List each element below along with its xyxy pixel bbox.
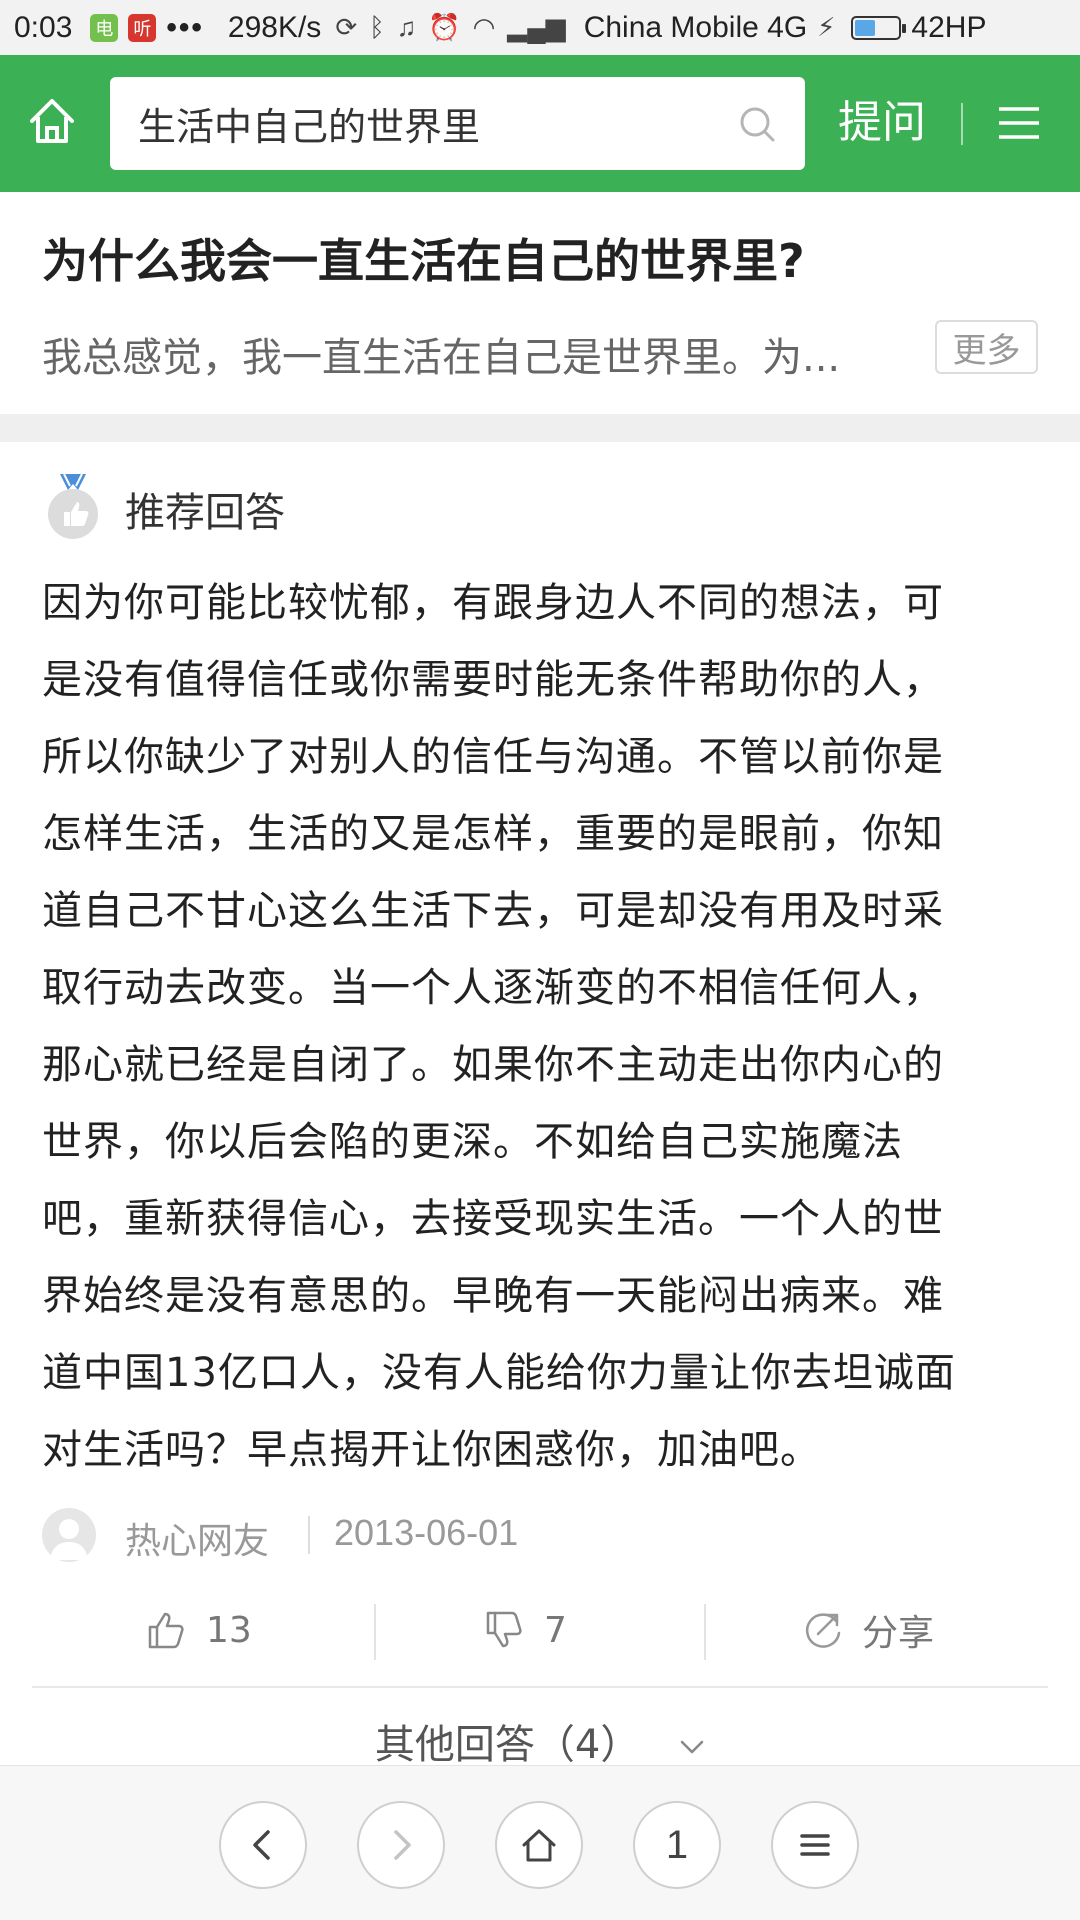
top-header: 生活中自己的世界里 提问 <box>0 55 1080 192</box>
answer-date: 2013-06-01 <box>334 1512 519 1553</box>
action-divider <box>374 1604 376 1660</box>
answer-line: 是没有值得信任或你需要时能无条件帮助你的人， <box>42 657 944 703</box>
answer-line: 界始终是没有意思的。早晚有一天能闷出病来。难 <box>42 1273 944 1319</box>
hamburger-menu-icon <box>800 1834 830 1856</box>
menu-button[interactable] <box>995 99 1043 147</box>
answer-line: 道中国13亿口人，没有人能给你力量让你去坦诚面 <box>42 1350 956 1396</box>
like-count: 13 <box>206 1609 252 1651</box>
search-input[interactable]: 生活中自己的世界里 <box>110 77 805 170</box>
share-icon <box>805 1613 841 1648</box>
header-divider <box>961 103 963 145</box>
author-name: 热心网友 <box>125 1521 270 1562</box>
ask-question-button[interactable]: 提问 <box>838 95 926 151</box>
battery-text: 42HP <box>911 10 987 44</box>
tabs-button[interactable]: 1 <box>633 1801 721 1889</box>
carrier-name: China Mobile 4G <box>583 10 808 44</box>
browser-bottom-nav: 1 <box>0 1765 1080 1920</box>
home-icon <box>522 1829 556 1862</box>
chevron-left-icon <box>253 1830 270 1860</box>
action-divider <box>704 1604 706 1660</box>
status-bar: 0:03 电 听 ••• 298K/s ⟳ ᛒ ♫ ⏰ ◠ ▂▄▆ China … <box>0 0 1080 55</box>
meta-divider <box>308 1516 310 1554</box>
app-notification-icon: 电 <box>90 13 119 42</box>
answer-line: 世界，你以后会陷的更深。不如给自己实施魔法 <box>42 1119 903 1165</box>
listen-app-icon: 听 <box>128 13 157 42</box>
wifi-icon: ◠ <box>472 12 496 42</box>
dislike-count: 7 <box>544 1609 567 1651</box>
avatar <box>42 1508 96 1562</box>
back-button[interactable] <box>219 1801 307 1889</box>
share-button[interactable]: 分享 <box>802 1600 934 1660</box>
more-button[interactable]: 更多 <box>935 320 1038 374</box>
bluetooth-icon: ᛒ <box>369 12 385 42</box>
answer-line: 取行动去改变。当一个人逐渐变的不相信任何人， <box>42 965 944 1011</box>
answer-line: 所以你缺少了对别人的信任与沟通。不管以前你是 <box>42 734 944 780</box>
thumbs-down-icon <box>486 1611 522 1648</box>
mute-icon: ♫ <box>396 12 417 42</box>
answer-line: 因为你可能比较忧郁，有跟身边人不同的想法，可 <box>42 580 944 626</box>
share-label: 分享 <box>862 1613 935 1654</box>
browser-menu-button[interactable] <box>771 1801 859 1889</box>
answer-line: 那心就已经是自闭了。如果你不主动走出你内心的 <box>42 1042 944 1088</box>
other-answers-toggle[interactable]: 其他回答（4） <box>0 1712 1080 1770</box>
recommended-answer-label: 推荐回答 <box>125 490 285 536</box>
hamburger-menu-icon <box>999 107 1039 139</box>
medal-icon <box>48 473 98 539</box>
home-icon <box>30 99 74 143</box>
answer-text: 因为你可能比较忧郁，有跟身边人不同的想法，可 是没有值得信任或你需要时能无条件帮… <box>42 565 1042 1489</box>
sync-icon: ⟳ <box>335 12 358 42</box>
dislike-button[interactable]: 7 <box>484 1600 567 1660</box>
answer-line: 吧，重新获得信心，去接受现实生活。一个人的世 <box>42 1196 944 1242</box>
user-avatar-icon <box>50 1519 88 1560</box>
question-title: 为什么我会一直生活在自己的世界里? <box>42 234 805 288</box>
more-notifications-icon: ••• <box>166 10 204 44</box>
answer-bottom-rule <box>32 1686 1048 1688</box>
like-button[interactable]: 13 <box>146 1600 252 1660</box>
browser-home-button[interactable] <box>495 1801 583 1889</box>
search-icon[interactable] <box>737 104 777 144</box>
answer-actions: 13 7 分享 <box>0 1600 1080 1660</box>
network-speed: 298K/s <box>227 10 322 44</box>
battery-icon <box>851 15 907 40</box>
charging-icon: ⚡ <box>817 12 836 42</box>
other-answers-label: 其他回答（4） <box>374 1722 641 1768</box>
home-button[interactable] <box>26 95 78 147</box>
section-separator <box>0 414 1080 442</box>
answer-line: 怎样生活，生活的又是怎样，重要的是眼前，你知 <box>42 811 944 857</box>
thumbs-up-icon <box>148 1612 184 1649</box>
answer-line: 道自己不甘心这么生活下去，可是却没有用及时采 <box>42 888 944 934</box>
question-summary[interactable]: 我总感觉，我一直生活在自己是世界里。为... <box>42 325 902 383</box>
chevron-down-icon <box>680 1740 704 1754</box>
status-time: 0:03 <box>14 10 73 44</box>
forward-button[interactable] <box>357 1801 445 1889</box>
alarm-icon: ⏰ <box>428 12 461 42</box>
signal-icon: ▂▄▆ <box>507 12 566 42</box>
search-query-text: 生活中自己的世界里 <box>138 105 481 149</box>
chevron-right-icon <box>394 1830 411 1860</box>
answer-line: 对生活吗？早点揭开让你困惑你，加油吧。 <box>42 1427 821 1473</box>
